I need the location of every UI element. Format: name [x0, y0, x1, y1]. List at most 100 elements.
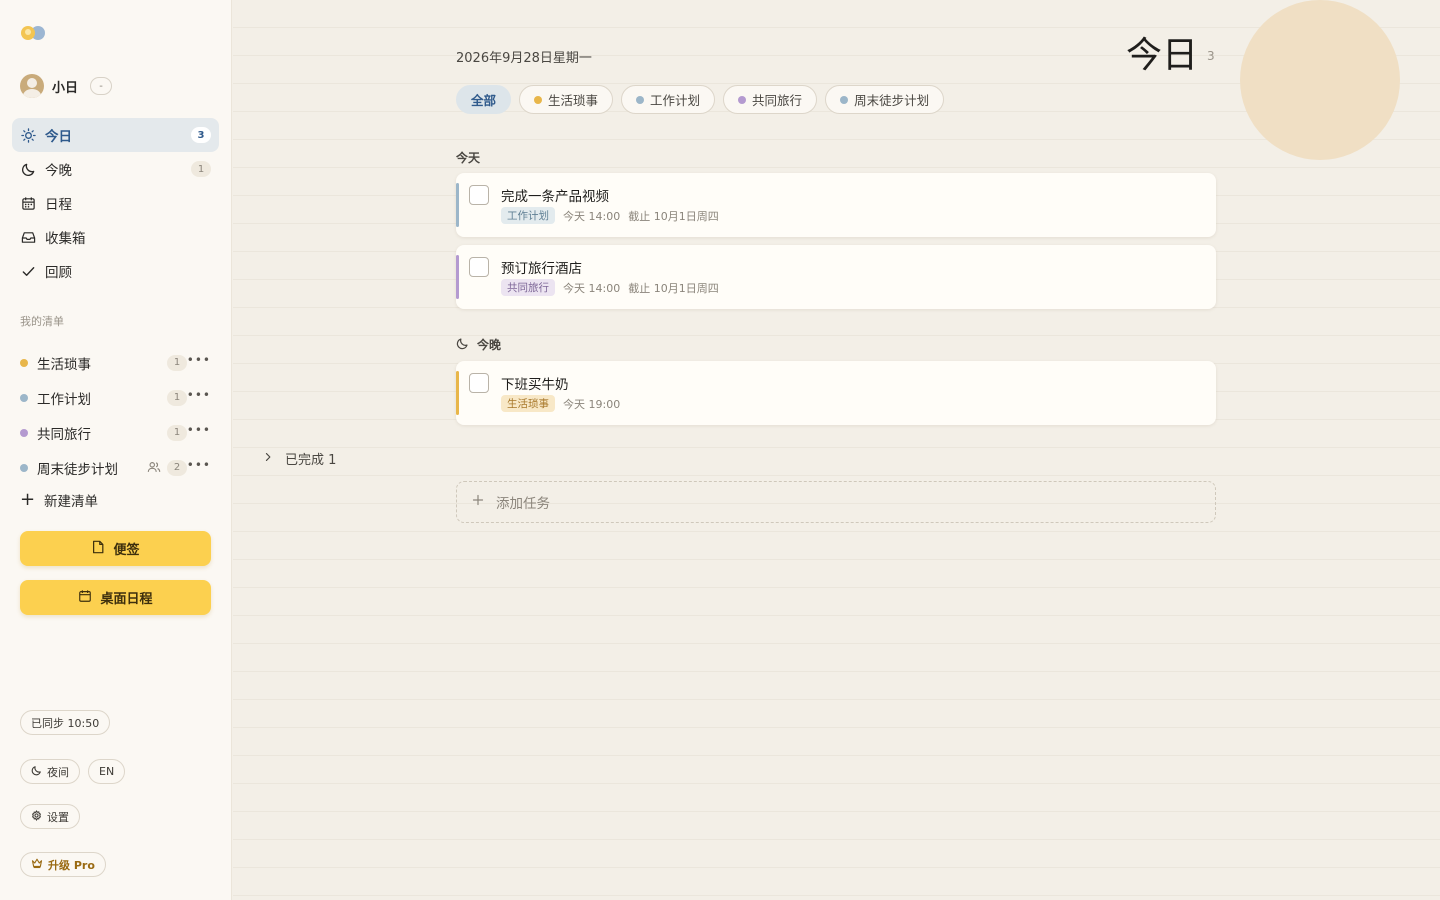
language-label: EN [99, 765, 115, 778]
sticky-note-button[interactable]: 便签 [20, 531, 211, 566]
list-filter-bar: 全部 生活琐事 工作计划 共同旅行 周末徒步计划 [456, 85, 945, 114]
task-color-bar [456, 255, 459, 299]
list-label: 共同旅行 [37, 426, 91, 443]
more-icon[interactable]: ••• [187, 423, 211, 437]
avatar[interactable] [20, 74, 44, 98]
nav-label: 今日 [45, 129, 72, 145]
filter-chip-life[interactable]: 生活琐事 [519, 85, 614, 114]
user-profile[interactable]: 小日 - [20, 74, 113, 98]
inbox-icon [20, 229, 36, 245]
nav-count: 1 [191, 161, 211, 177]
moon-icon [20, 161, 36, 177]
nav-item-inbox[interactable]: 收集箱 [12, 220, 219, 254]
chevron-right-icon [263, 451, 273, 466]
task-title: 预订旅行酒店 [501, 261, 582, 277]
nav-item-today[interactable]: 今日 3 [12, 118, 219, 152]
filter-chip-work[interactable]: 工作计划 [621, 85, 716, 114]
calendar-icon [20, 195, 36, 211]
task-due: 截止 10月1日周四 [628, 209, 719, 223]
task-time: 今天 19:00 [563, 397, 621, 411]
task-checkbox[interactable] [469, 373, 489, 393]
more-icon[interactable]: ••• [187, 388, 211, 402]
sticky-note-label: 便签 [113, 543, 140, 558]
nav-label: 回顾 [45, 265, 72, 281]
app-logo [21, 24, 47, 42]
filter-color-dot [636, 95, 645, 104]
list-color-dot [20, 358, 28, 367]
filter-chip-travel[interactable]: 共同旅行 [723, 85, 818, 114]
moon-icon [31, 765, 42, 779]
add-task-label: 添加任务 [496, 496, 550, 512]
user-badge[interactable]: - [90, 77, 113, 95]
task-title: 下班买牛奶 [501, 377, 569, 393]
list-color-dot [20, 463, 28, 472]
task-meta: 生活琐事 今天 19:00 [501, 395, 620, 412]
page-title: 今日 [1126, 35, 1199, 76]
filter-chip-hiking[interactable]: 周末徒步计划 [825, 85, 945, 114]
task-card[interactable]: 完成一条产品视频 工作计划 今天 14:00 截止 10月1日周四 [456, 173, 1216, 237]
sync-status-badge[interactable]: 已同步 10:50 [20, 710, 111, 735]
task-list-tag: 共同旅行 [501, 279, 555, 296]
moon-icon [456, 337, 469, 353]
upgrade-pro-button[interactable]: 升级 Pro [20, 852, 106, 877]
task-time: 今天 14:00 [563, 209, 621, 223]
calendar-icon [78, 589, 92, 607]
settings-label: 设置 [47, 810, 69, 824]
nav-item-review[interactable]: 回顾 [12, 254, 219, 288]
my-lists-heading: 我的清单 [20, 315, 64, 328]
night-mode-label: 夜间 [47, 765, 69, 779]
sync-status-text: 已同步 10:50 [31, 716, 100, 730]
main-content: 2026年9月28日星期一 今日 3 全部 生活琐事 工作计划 共同旅行 周末徒… [233, 0, 1440, 900]
list-item-life[interactable]: 生活琐事 1 ••• [12, 345, 219, 380]
sun-icon [20, 127, 36, 143]
nav-item-schedule[interactable]: 日程 [12, 186, 219, 220]
group-heading-label: 今天 [456, 151, 481, 165]
desktop-calendar-button[interactable]: 桌面日程 [20, 580, 211, 615]
more-icon[interactable]: ••• [187, 458, 211, 472]
group-heading-today: 今天 [456, 149, 480, 166]
list-item-hiking[interactable]: 周末徒步计划 2 ••• [12, 450, 219, 485]
current-date: 2026年9月28日星期一 [456, 51, 592, 66]
more-icon[interactable]: ••• [187, 353, 211, 367]
user-name: 小日 [52, 80, 79, 96]
task-list-tag: 生活琐事 [501, 395, 555, 412]
task-meta: 工作计划 今天 14:00 截止 10月1日周四 [501, 207, 719, 224]
list-item-travel[interactable]: 共同旅行 1 ••• [12, 415, 219, 450]
my-lists: 生活琐事 1 ••• 工作计划 1 ••• 共同旅行 1 ••• 周末徒步计划 … [12, 345, 219, 485]
night-mode-toggle[interactable]: 夜间 [20, 759, 80, 784]
filter-label: 周末徒步计划 [854, 93, 930, 108]
list-count: 1 [167, 424, 187, 441]
group-heading-label: 今晚 [477, 338, 502, 352]
filter-color-dot [840, 95, 849, 104]
upgrade-label: 升级 Pro [48, 858, 95, 872]
plus-icon [472, 494, 484, 510]
language-toggle[interactable]: EN [88, 759, 126, 784]
task-meta: 共同旅行 今天 14:00 截止 10月1日周四 [501, 279, 719, 296]
note-icon [91, 540, 105, 558]
task-checkbox[interactable] [469, 257, 489, 277]
new-list-button[interactable]: + 新建清单 [20, 489, 98, 511]
add-task-button[interactable]: 添加任务 [456, 481, 1216, 523]
nav-label: 今晚 [45, 163, 72, 179]
list-label: 工作计划 [37, 391, 91, 408]
plus-icon: + [20, 489, 36, 510]
list-color-dot [20, 428, 28, 437]
gear-icon [31, 809, 42, 824]
sun-decoration [1240, 0, 1400, 160]
settings-button[interactable]: 设置 [20, 804, 80, 829]
main-nav: 今日 3 今晚 1 日程 收集箱 回顾 [12, 118, 219, 288]
nav-item-tonight[interactable]: 今晚 1 [12, 152, 219, 186]
task-color-bar [456, 371, 459, 415]
task-checkbox[interactable] [469, 185, 489, 205]
completed-toggle[interactable]: 已完成 1 [263, 449, 336, 468]
task-card[interactable]: 下班买牛奶 生活琐事 今天 19:00 [456, 361, 1216, 425]
filter-label: 生活琐事 [548, 93, 599, 108]
filter-color-dot [738, 95, 747, 104]
task-list-tag: 工作计划 [501, 207, 555, 224]
sidebar: 小日 - 今日 3 今晚 1 日程 收集箱 回顾 我的清单 生活琐事 1 •••… [0, 0, 232, 900]
filter-chip-all[interactable]: 全部 [456, 85, 512, 114]
task-color-bar [456, 183, 459, 227]
task-card[interactable]: 预订旅行酒店 共同旅行 今天 14:00 截止 10月1日周四 [456, 245, 1216, 309]
list-item-work[interactable]: 工作计划 1 ••• [12, 380, 219, 415]
desktop-calendar-label: 桌面日程 [100, 592, 153, 607]
